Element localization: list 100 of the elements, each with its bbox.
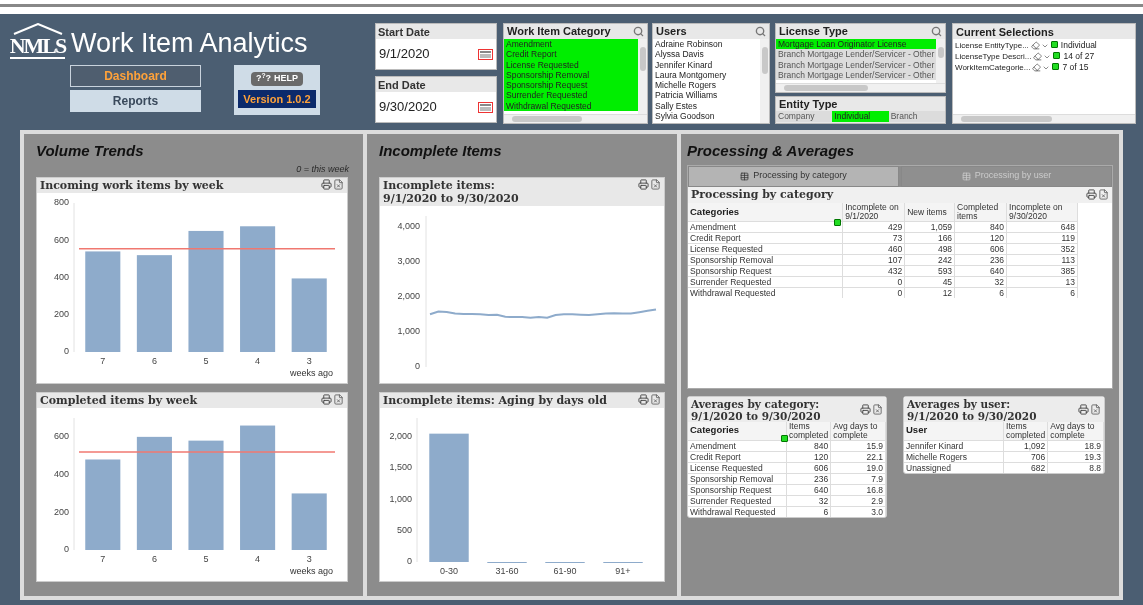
list-item[interactable]: Credit Report	[504, 49, 638, 60]
table-cell: 840	[954, 221, 1007, 233]
axis-tick-label: 1,500	[389, 461, 412, 472]
print-icon[interactable]	[638, 178, 649, 190]
horizontal-scrollbar[interactable]	[953, 114, 1135, 123]
eraser-icon[interactable]	[1033, 52, 1043, 61]
print-icon[interactable]	[1086, 189, 1097, 201]
print-icon[interactable]	[1078, 404, 1089, 415]
table-cell: Sponsorship Request	[688, 484, 787, 495]
table-cell: License Requested	[688, 462, 787, 473]
export-icon[interactable]	[333, 393, 344, 405]
table-cell: 6	[954, 287, 1007, 298]
tab[interactable]: Processing by category	[688, 165, 899, 187]
axis-tick-label: 7	[100, 355, 106, 366]
app-title: Work Item Analytics	[71, 27, 308, 59]
table-cell: 32	[954, 276, 1007, 288]
table-cell: 18.9	[1047, 440, 1104, 451]
date-value: 9/30/2020	[379, 98, 437, 117]
list-item[interactable]: License Requested	[504, 59, 638, 70]
eraser-icon[interactable]	[1030, 41, 1040, 50]
list-item[interactable]: Mortgage Loan Originator License	[776, 39, 937, 50]
export-icon[interactable]	[1098, 189, 1109, 201]
column-header[interactable]: Incomplete on 9/1/2020	[842, 203, 905, 222]
table-cell: 19.0	[830, 462, 886, 473]
list-item[interactable]: Sponsorship Request	[504, 80, 638, 91]
axis-label: weeks ago	[289, 565, 333, 576]
section-title: Processing & Averages	[687, 141, 856, 161]
vertical-scrollbar[interactable]	[936, 39, 945, 83]
print-icon[interactable]	[860, 404, 871, 415]
column-header[interactable]: Completed items	[954, 203, 1007, 222]
print-icon[interactable]	[638, 393, 649, 405]
axis-tick-label: 5	[203, 553, 209, 564]
export-icon[interactable]	[1090, 404, 1101, 415]
axis-tick-label: 800	[53, 196, 69, 207]
table-cell: Withdrawal Requested	[688, 287, 843, 298]
print-icon[interactable]	[321, 178, 332, 190]
axis-tick-label: 400	[53, 468, 69, 479]
search-icon[interactable]	[633, 26, 644, 37]
table-title: Averages by user:	[907, 397, 1012, 410]
calendar-icon[interactable]	[478, 48, 493, 60]
axis-tick-label: 600	[53, 430, 69, 441]
nav-button[interactable]: Reports	[70, 90, 201, 112]
eraser-icon[interactable]	[1032, 63, 1042, 72]
list-item[interactable]: Surrender Requested	[504, 90, 638, 101]
export-icon[interactable]	[650, 393, 661, 405]
axis-tick-label: 4,000	[397, 220, 420, 231]
table-cell: 166	[904, 232, 955, 244]
table-cell: 242	[904, 254, 955, 266]
date-field[interactable]: Start Date 9/1/2020	[375, 23, 497, 70]
table-cell: 606	[954, 243, 1007, 255]
list-item[interactable]: Amendment	[504, 39, 638, 50]
date-field[interactable]: End Date 9/30/2020	[375, 76, 497, 123]
list-item[interactable]: Individual	[832, 111, 889, 122]
section-title: Volume Trends	[36, 141, 145, 161]
table-cell: 113	[1006, 254, 1078, 266]
axis-tick-label: 0	[64, 543, 69, 554]
search-icon[interactable]	[931, 26, 942, 37]
export-icon[interactable]	[872, 404, 883, 415]
table-cell: Sponsorship Request	[688, 265, 843, 277]
list-item[interactable]: Company	[776, 111, 833, 122]
table-subtitle: 9/1/2020 to 9/30/2020	[907, 409, 1037, 422]
horizontal-scrollbar[interactable]	[504, 114, 647, 123]
help-button[interactable]: ?$^{?}$? HELP	[250, 71, 304, 86]
selection-indicator-icon	[834, 219, 841, 226]
vertical-scrollbar[interactable]	[760, 39, 769, 123]
list-item[interactable]: Branch Mortgage Lender/Servicer - Other	[776, 69, 937, 81]
axis-tick-label: 200	[53, 308, 69, 319]
calendar-icon[interactable]	[478, 101, 493, 113]
table-cell: 1,092	[1003, 440, 1048, 451]
export-icon[interactable]	[650, 178, 661, 190]
column-header[interactable]: Incomplete on 9/30/2020	[1006, 203, 1078, 222]
table-cell: 593	[904, 265, 955, 277]
search-icon[interactable]	[755, 26, 766, 37]
list-item[interactable]: Branch Mortgage Lender/Servicer - Other	[776, 49, 937, 60]
table-cell: Surrender Requested	[688, 276, 843, 288]
table-cell: Michelle Rogers	[904, 451, 1004, 462]
table-title: Processing by category	[691, 186, 834, 203]
axis-tick-label: 400	[53, 271, 69, 282]
export-icon[interactable]	[333, 178, 344, 190]
table-cell: Surrender Requested	[688, 495, 787, 506]
list-item[interactable]: Branch Mortgage Lender/Servicer - Other	[776, 59, 937, 70]
table-cell: Credit Report	[688, 451, 787, 462]
column-header[interactable]: Categories	[688, 203, 843, 222]
table-cell: 32	[786, 495, 831, 506]
table-cell: 640	[954, 265, 1007, 277]
list-item[interactable]: Branch	[888, 111, 945, 122]
print-icon[interactable]	[321, 393, 332, 405]
axis-tick-label: 6	[151, 553, 157, 564]
table-cell: 3.0	[830, 506, 886, 517]
list-box-title: Work Item Category	[507, 24, 611, 40]
chart-subtitle: 9/1/2020 to 9/30/2020	[383, 191, 519, 205]
column-header[interactable]: New items	[904, 203, 955, 222]
table-cell: 1,059	[904, 221, 955, 233]
horizontal-scrollbar[interactable]	[776, 83, 945, 92]
table-cell: 0	[842, 276, 905, 288]
table-cell: 606	[786, 462, 831, 473]
axis-tick-label: 7	[100, 553, 106, 564]
vertical-scrollbar[interactable]	[638, 39, 647, 114]
list-item[interactable]: Withdrawal Requested	[504, 100, 638, 112]
list-item[interactable]: Sponsorship Removal	[504, 69, 638, 81]
